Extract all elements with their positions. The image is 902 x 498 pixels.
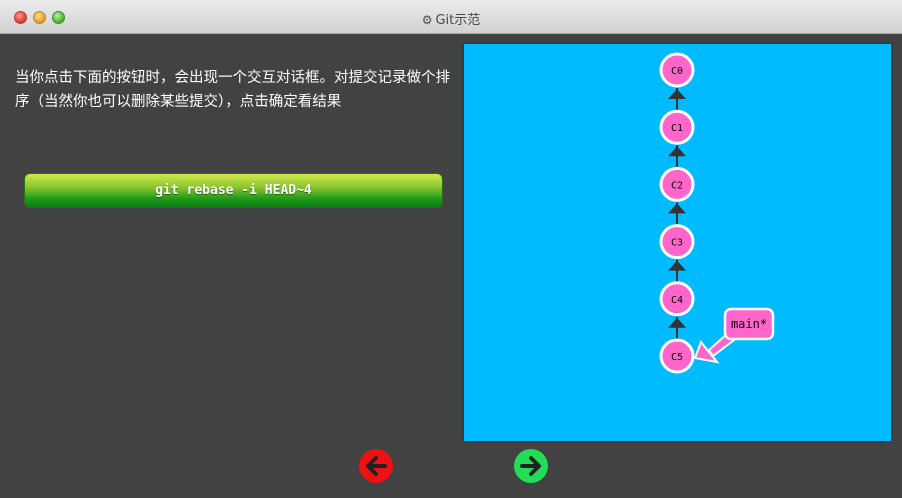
gear-icon: ⚙: [421, 13, 433, 27]
commit-label-c5: C5: [671, 352, 683, 363]
commit-graph-canvas: C0 C1 C2 C3 C4 C5 main*: [464, 44, 891, 441]
branch-label-group[interactable]: main*: [723, 307, 775, 341]
edge-arrowhead: [668, 89, 686, 99]
arrow-left-icon: [359, 449, 393, 483]
commit-label-c3: C3: [671, 238, 683, 249]
commit-label-c1: C1: [671, 123, 683, 134]
commit-label-c0: C0: [671, 66, 683, 77]
window-titlebar: ⚙ Git示范: [0, 0, 902, 34]
edge-arrowhead: [668, 317, 686, 328]
commit-label-c2: C2: [671, 180, 683, 191]
git-rebase-command-button[interactable]: git rebase -i HEAD~4: [24, 173, 443, 208]
window-title-area: ⚙ Git示范: [0, 9, 902, 28]
next-step-button[interactable]: [513, 448, 549, 484]
edge-arrowhead: [668, 260, 686, 271]
window-title: Git示范: [435, 13, 481, 28]
commit-label-c4: C4: [671, 295, 683, 306]
previous-step-button[interactable]: [358, 448, 394, 484]
arrow-right-icon: [514, 449, 548, 483]
edge-arrowhead: [668, 146, 686, 157]
instruction-text: 当你点击下面的按钮时，会出现一个交互对话框。对提交记录做个排序（当然你也可以删除…: [15, 70, 450, 110]
branch-label-main[interactable]: main*: [731, 317, 767, 331]
edge-arrowhead: [668, 203, 686, 214]
